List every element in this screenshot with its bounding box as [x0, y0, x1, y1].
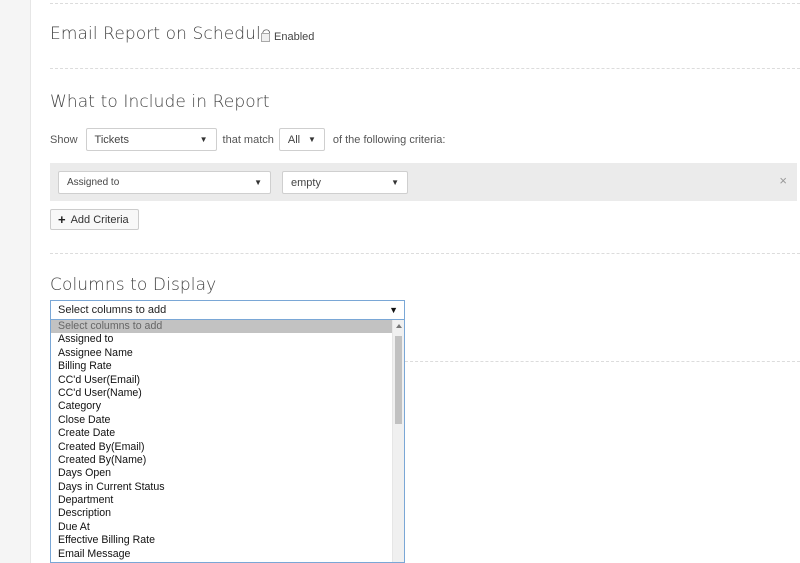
add-criteria-button[interactable]: + Add Criteria — [50, 209, 139, 230]
criteria-row: Assigned to ▼ empty ▼ × — [50, 163, 797, 201]
plus-icon: + — [58, 212, 66, 227]
criteria-suffix: of the following criteria: — [332, 133, 446, 146]
dropdown-option[interactable]: CC'd User(Email) — [51, 374, 392, 387]
dropdown-option[interactable]: Created By(Email) — [51, 441, 392, 454]
criteria-operator-value: empty — [291, 176, 321, 189]
scroll-up-icon[interactable] — [396, 324, 402, 328]
match-select[interactable]: All ▼ — [278, 128, 325, 151]
remove-criteria-icon[interactable]: × — [779, 173, 787, 188]
dropdown-option[interactable]: Department — [51, 494, 392, 507]
dropdown-option[interactable]: Email Message — [51, 548, 392, 561]
chevron-down-icon: ▼ — [389, 305, 398, 315]
columns-select[interactable]: Select columns to add ▼ — [50, 300, 405, 320]
dropdown-scrollbar[interactable] — [392, 320, 404, 562]
section-divider — [50, 68, 800, 69]
chevron-down-icon: ▼ — [307, 135, 316, 144]
dropdown-option[interactable]: Select columns to add — [51, 320, 392, 334]
chevron-down-icon: ▼ — [199, 135, 208, 144]
include-title: What to Include in Report — [50, 92, 270, 112]
email-schedule-title: Email Report on Schedule — [50, 24, 272, 44]
show-select[interactable]: Tickets ▼ — [85, 128, 217, 151]
dropdown-option[interactable]: Assignee Name — [51, 347, 392, 360]
dropdown-option[interactable]: Assigned to — [51, 333, 392, 346]
dropdown-option[interactable]: Description — [51, 507, 392, 520]
dropdown-option[interactable]: Created By(Name) — [51, 454, 392, 467]
section-divider — [50, 253, 800, 254]
chevron-down-icon: ▼ — [254, 178, 262, 187]
show-select-value: Tickets — [94, 133, 129, 146]
enabled-label: Enabled — [274, 31, 315, 43]
criteria-operator-select[interactable]: empty ▼ — [282, 171, 408, 194]
section-divider — [50, 3, 800, 4]
columns-title: Columns to Display — [50, 275, 217, 295]
dropdown-option[interactable]: Create Date — [51, 427, 392, 440]
columns-dropdown-list[interactable]: Select columns to add Assigned to Assignee… — [50, 320, 405, 563]
left-gutter — [0, 0, 31, 563]
dropdown-option[interactable]: Billing Rate — [51, 360, 392, 373]
dropdown-option[interactable]: Due At — [51, 521, 392, 534]
section-divider — [405, 361, 800, 362]
columns-options: Select columns to add Assigned to Assignee… — [51, 320, 392, 561]
criteria-field-select[interactable]: Assigned to ▼ — [58, 171, 271, 194]
enabled-toggle[interactable]: Enabled — [261, 31, 314, 43]
dropdown-option[interactable]: Category — [51, 400, 392, 413]
criteria-field-value: Assigned to — [67, 177, 120, 188]
scrollbar-thumb[interactable] — [395, 336, 402, 424]
dropdown-option[interactable]: Days Open — [51, 467, 392, 480]
dropdown-option[interactable]: CC'd User(Name) — [51, 387, 392, 400]
columns-select-value: Select columns to add — [58, 304, 167, 316]
criteria-line: Show Tickets ▼ that match All ▼ of the f… — [50, 127, 445, 152]
dropdown-option[interactable]: Effective Billing Rate — [51, 534, 392, 547]
match-select-value: All — [287, 133, 301, 146]
dropdown-option[interactable]: Days in Current Status — [51, 481, 392, 494]
chevron-down-icon: ▼ — [391, 178, 399, 187]
add-criteria-label: Add Criteria — [70, 213, 129, 226]
match-label: that match — [222, 133, 274, 146]
dropdown-option[interactable]: Close Date — [51, 414, 392, 427]
enabled-checkbox[interactable] — [261, 32, 270, 42]
show-label: Show — [50, 133, 78, 146]
